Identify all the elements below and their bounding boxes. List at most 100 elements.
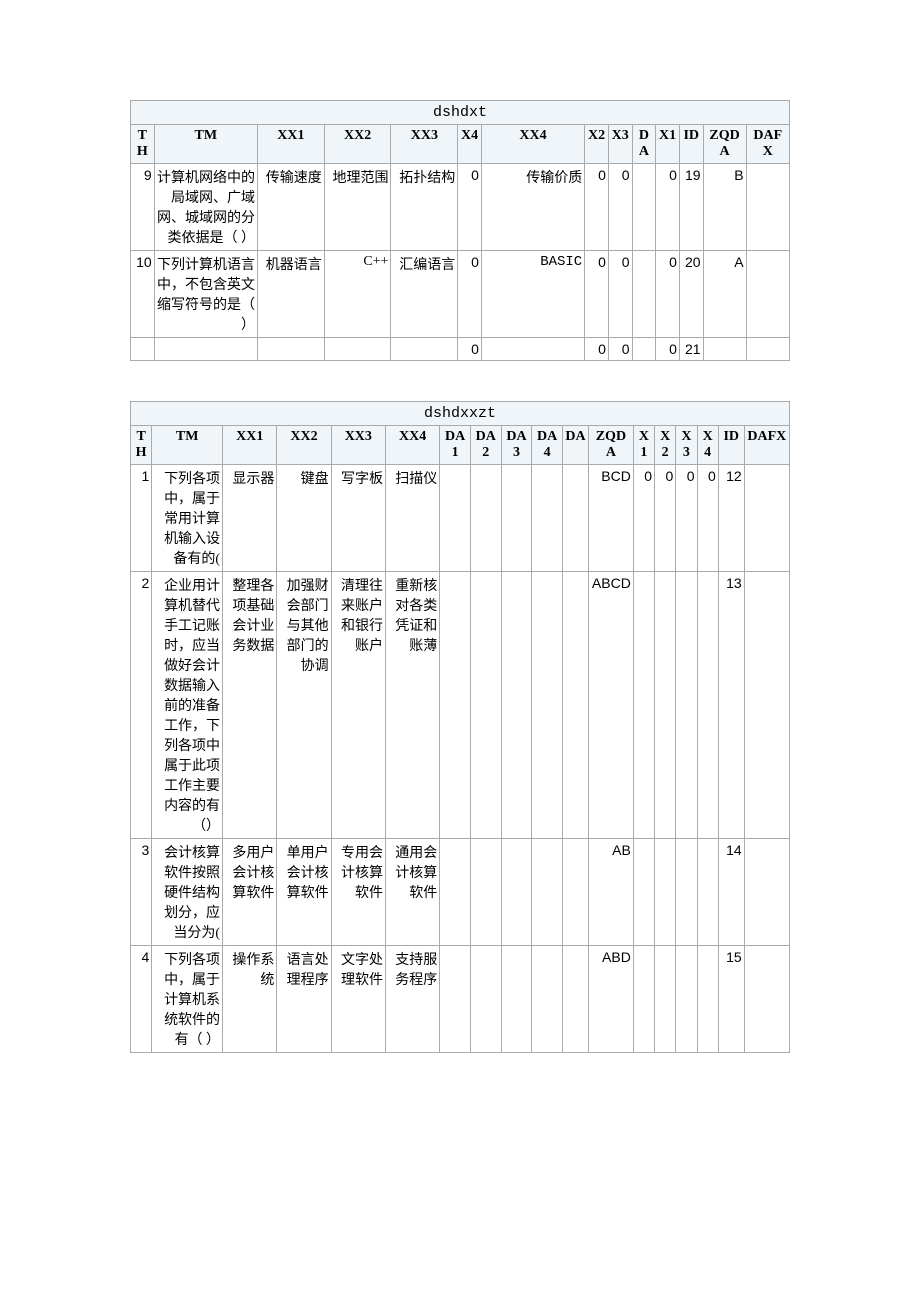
cell: 1 — [131, 465, 152, 572]
table-row: 000021 — [131, 338, 790, 361]
cell: 重新核对各类凭证和账薄 — [385, 572, 439, 839]
cell: 会计核算软件按照硬件结构划分，应当分为( — [152, 839, 223, 946]
cell — [391, 338, 458, 361]
cell: 加强财会部门与其他部门的协调 — [277, 572, 331, 839]
cell: BASIC — [481, 251, 584, 338]
cell: AB — [588, 839, 633, 946]
cell — [501, 465, 532, 572]
cell — [746, 251, 789, 338]
col2-tm: TM — [152, 426, 223, 465]
col-x1: X1 — [656, 125, 680, 164]
table-row: 2企业用计算机替代手工记账时，应当做好会计数据输入前的准备工作，下列各项中属于此… — [131, 572, 790, 839]
cell: 3 — [131, 839, 152, 946]
col2-id: ID — [718, 426, 744, 465]
col-xx3: XX3 — [391, 125, 458, 164]
cell — [632, 338, 656, 361]
cell: 计算机网络中的局域网、广域网、城域网的分类依据是（ ） — [154, 164, 257, 251]
cell — [744, 572, 789, 839]
cell: C++ — [324, 251, 391, 338]
col2-xx1: XX1 — [223, 426, 277, 465]
table-row: 3会计核算软件按照硬件结构划分，应当分为(多用户会计核算软件单用户会计核算软件专… — [131, 839, 790, 946]
table-dshdxt: dshdxt TH TM XX1 XX2 XX3 X4 XX4 X2 X3 DA… — [130, 100, 790, 361]
cell — [697, 946, 718, 1053]
col-x2: X2 — [585, 125, 609, 164]
cell — [676, 839, 697, 946]
cell: 0 — [676, 465, 697, 572]
col2-da4: DA4 — [532, 426, 563, 465]
cell: 0 — [608, 251, 632, 338]
cell: 下列各项中，属于计算机系统软件的有（ ） — [152, 946, 223, 1053]
cell: 传输速度 — [258, 164, 325, 251]
cell — [532, 572, 563, 839]
cell — [633, 946, 654, 1053]
col2-da: DA — [563, 426, 589, 465]
cell: 21 — [679, 338, 703, 361]
cell: 0 — [608, 338, 632, 361]
cell: 0 — [655, 465, 676, 572]
col-x4: X4 — [458, 125, 482, 164]
cell: 0 — [656, 338, 680, 361]
table-row: 4下列各项中，属于计算机系统软件的有（ ）操作系统语言处理程序文字处理软件支持服… — [131, 946, 790, 1053]
cell: 0 — [633, 465, 654, 572]
cell — [440, 465, 471, 572]
cell: 支持服务程序 — [385, 946, 439, 1053]
cell: 汇编语言 — [391, 251, 458, 338]
cell: ABCD — [588, 572, 633, 839]
cell — [563, 946, 589, 1053]
cell: 0 — [608, 164, 632, 251]
cell: 下列各项中，属于常用计算机输入设备有的( — [152, 465, 223, 572]
cell: 0 — [458, 164, 482, 251]
cell — [563, 839, 589, 946]
cell: 0 — [458, 251, 482, 338]
cell: 拓扑结构 — [391, 164, 458, 251]
cell: 整理各项基础会计业务数据 — [223, 572, 277, 839]
cell — [440, 572, 471, 839]
cell — [655, 572, 676, 839]
col2-xx3: XX3 — [331, 426, 385, 465]
col2-dafx: DAFX — [744, 426, 789, 465]
cell: 4 — [131, 946, 152, 1053]
table2-title: dshdxxzt — [131, 402, 790, 426]
cell: 专用会计核算软件 — [331, 839, 385, 946]
cell: 语言处理程序 — [277, 946, 331, 1053]
cell — [563, 465, 589, 572]
table-row: 10下列计算机语言中，不包含英文缩写符号的是（ ）机器语言C++汇编语言0BAS… — [131, 251, 790, 338]
cell: 0 — [656, 164, 680, 251]
col2-da3: DA3 — [501, 426, 532, 465]
table1-title: dshdxt — [131, 101, 790, 125]
cell — [481, 338, 584, 361]
cell: 企业用计算机替代手工记账时，应当做好会计数据输入前的准备工作，下列各项中属于此项… — [152, 572, 223, 839]
cell: 显示器 — [223, 465, 277, 572]
cell: 0 — [585, 164, 609, 251]
cell — [632, 251, 656, 338]
cell: 机器语言 — [258, 251, 325, 338]
cell — [470, 465, 501, 572]
cell — [563, 572, 589, 839]
col-xx2: XX2 — [324, 125, 391, 164]
cell — [501, 946, 532, 1053]
col2-zqda: ZQDA — [588, 426, 633, 465]
cell: 清理往来账户和银行账户 — [331, 572, 385, 839]
cell: 14 — [718, 839, 744, 946]
cell — [703, 338, 746, 361]
cell — [154, 338, 257, 361]
cell: 2 — [131, 572, 152, 839]
col2-xx2: XX2 — [277, 426, 331, 465]
cell: 多用户会计核算软件 — [223, 839, 277, 946]
cell — [632, 164, 656, 251]
col2-th: TH — [131, 426, 152, 465]
cell — [655, 946, 676, 1053]
cell — [470, 839, 501, 946]
col-id: ID — [679, 125, 703, 164]
cell — [676, 946, 697, 1053]
cell — [655, 839, 676, 946]
cell: 单用户会计核算软件 — [277, 839, 331, 946]
table-row: 1下列各项中，属于常用计算机输入设备有的(显示器键盘写字板扫描仪BCD00001… — [131, 465, 790, 572]
col2-xx4: XX4 — [385, 426, 439, 465]
cell — [532, 465, 563, 572]
cell: 键盘 — [277, 465, 331, 572]
cell — [501, 572, 532, 839]
cell: 20 — [679, 251, 703, 338]
col-th: TH — [131, 125, 155, 164]
cell — [697, 839, 718, 946]
